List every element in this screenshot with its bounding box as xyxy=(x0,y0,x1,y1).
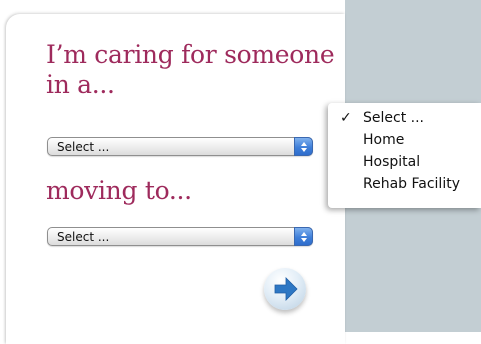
menu-item-label: Hospital xyxy=(363,154,421,170)
chevron-updown-icon xyxy=(294,137,313,156)
arrow-right-icon xyxy=(274,277,298,301)
menu-item-label: Home xyxy=(363,132,405,148)
to-location-value: Select ... xyxy=(57,230,110,244)
location-dropdown-menu: ✓ Select ... Home Hospital Rehab Facilit… xyxy=(328,103,481,208)
moving-heading: moving to... xyxy=(46,176,192,205)
chevron-updown-icon xyxy=(294,227,313,246)
caring-heading: I’m caring for someone in a... xyxy=(46,40,335,99)
menu-item-home[interactable]: Home xyxy=(328,129,481,151)
menu-item-select[interactable]: ✓ Select ... xyxy=(328,107,481,129)
to-location-select[interactable]: Select ... xyxy=(47,227,313,246)
menu-item-label: Rehab Facility xyxy=(363,176,460,192)
from-location-value: Select ... xyxy=(57,140,110,154)
menu-item-label: Select ... xyxy=(363,110,424,126)
menu-item-hospital[interactable]: Hospital xyxy=(328,151,481,173)
go-button[interactable] xyxy=(264,268,306,310)
checkmark-icon: ✓ xyxy=(340,110,352,126)
menu-item-rehab-facility[interactable]: Rehab Facility xyxy=(328,173,481,195)
from-location-select[interactable]: Select ... xyxy=(47,137,313,156)
